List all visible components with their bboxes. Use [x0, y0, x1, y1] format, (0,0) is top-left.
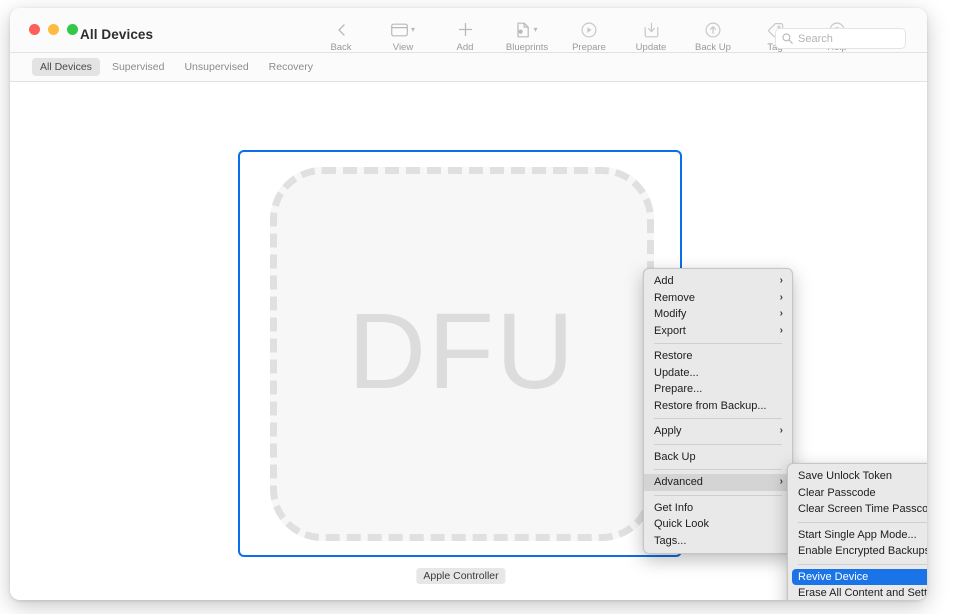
traffic-light-buttons	[29, 24, 78, 35]
menu-item-back-up[interactable]: Back Up	[644, 449, 792, 466]
submenu-item-start-single-app-mode[interactable]: Start Single App Mode...	[788, 527, 927, 544]
submenu-arrow-icon: ›	[780, 276, 783, 286]
toolbar-label-add: Add	[457, 42, 474, 53]
menu-item-restore[interactable]: Restore	[644, 348, 792, 365]
window-title: All Devices	[80, 27, 153, 42]
device-canvas: DFU Apple Controller Add › Remove › Modi…	[10, 82, 927, 600]
toolbar-button-prepare[interactable]: Prepare	[558, 19, 620, 53]
device-dfu-placeholder: DFU	[270, 167, 654, 541]
tab-all-devices[interactable]: All Devices	[32, 58, 100, 76]
menu-separator	[654, 343, 782, 344]
toolbar-button-view[interactable]: ▾ View	[372, 19, 434, 53]
download-box-icon	[644, 19, 659, 40]
menu-separator	[654, 418, 782, 419]
menu-item-tags[interactable]: Tags...	[644, 533, 792, 550]
minimize-button[interactable]	[48, 24, 59, 35]
menu-separator	[654, 469, 782, 470]
menu-item-restore-from-backup[interactable]: Restore from Backup...	[644, 398, 792, 415]
tab-supervised[interactable]: Supervised	[104, 58, 173, 76]
menu-separator	[654, 495, 782, 496]
app-window: All Devices Back	[10, 8, 927, 600]
context-menu[interactable]: Add › Remove › Modify › Export › Rest	[643, 268, 793, 554]
window-icon	[391, 23, 408, 37]
play-circle-icon	[581, 19, 597, 40]
menu-item-quick-look[interactable]: Quick Look	[644, 516, 792, 533]
submenu-arrow-icon: ›	[780, 326, 783, 336]
upload-circle-icon	[705, 19, 721, 40]
device-item[interactable]: DFU Apple Controller	[238, 150, 684, 559]
submenu-item-revive-device[interactable]: Revive Device	[792, 569, 927, 586]
menu-item-modify[interactable]: Modify ›	[644, 306, 792, 323]
menu-separator	[654, 444, 782, 445]
menu-separator	[798, 522, 927, 523]
device-state-text: DFU	[348, 297, 576, 405]
toolbar-button-update[interactable]: Update	[620, 19, 682, 53]
tab-unsupervised[interactable]: Unsupervised	[176, 58, 256, 76]
search-icon	[782, 33, 793, 44]
search-field[interactable]: Search	[775, 28, 906, 49]
submenu-arrow-icon: ›	[780, 293, 783, 303]
submenu-item-erase-all-content-and-settings[interactable]: Erase All Content and Settings	[788, 585, 927, 600]
submenu-arrow-icon: ›	[780, 309, 783, 319]
chevron-down-icon: ▾	[411, 26, 415, 34]
zoom-button[interactable]	[67, 24, 78, 35]
advanced-submenu[interactable]: Save Unlock Token Clear Passcode Clear S…	[787, 463, 927, 600]
menu-item-export[interactable]: Export ›	[644, 323, 792, 340]
chevron-down-icon: ▾	[533, 26, 537, 34]
toolbar-label-back: Back	[330, 42, 351, 53]
chevron-left-icon	[335, 19, 348, 40]
toolbar-label-update: Update	[636, 42, 667, 53]
document-icon	[516, 22, 530, 38]
screen-root: All Devices Back	[0, 0, 960, 614]
menu-item-apply[interactable]: Apply ›	[644, 423, 792, 440]
submenu-item-clear-passcode[interactable]: Clear Passcode	[788, 485, 927, 502]
device-name-label: Apple Controller	[416, 568, 505, 584]
toolbar-label-backup: Back Up	[695, 42, 731, 53]
search-placeholder: Search	[798, 33, 833, 45]
toolbar-button-blueprints[interactable]: ▾ Blueprints	[496, 19, 558, 53]
device-tile-selected[interactable]: DFU	[238, 150, 682, 557]
toolbar-button-backup[interactable]: Back Up	[682, 19, 744, 53]
menu-item-advanced[interactable]: Advanced ›	[644, 474, 792, 491]
submenu-item-enable-encrypted-backups[interactable]: Enable Encrypted Backups...	[788, 543, 927, 560]
filter-tab-strip: All Devices Supervised Unsupervised Reco…	[10, 53, 927, 82]
menu-item-add[interactable]: Add ›	[644, 273, 792, 290]
menu-item-remove[interactable]: Remove ›	[644, 290, 792, 307]
toolbar-label-prepare: Prepare	[572, 42, 606, 53]
toolbar-button-add[interactable]: Add	[434, 19, 496, 53]
submenu-item-clear-screen-time-passcode[interactable]: Clear Screen Time Passcode	[788, 501, 927, 518]
menu-item-get-info[interactable]: Get Info	[644, 500, 792, 517]
menu-item-update[interactable]: Update...	[644, 365, 792, 382]
toolbar-button-back[interactable]: Back	[310, 19, 372, 53]
submenu-arrow-icon: ›	[780, 426, 783, 436]
submenu-arrow-icon: ›	[780, 477, 783, 487]
menu-item-prepare[interactable]: Prepare...	[644, 381, 792, 398]
toolbar-label-view: View	[393, 42, 413, 53]
menu-separator	[798, 564, 927, 565]
window-titlebar: All Devices Back	[10, 8, 927, 53]
toolbar-label-blueprints: Blueprints	[506, 42, 548, 53]
close-button[interactable]	[29, 24, 40, 35]
submenu-item-save-unlock-token[interactable]: Save Unlock Token	[788, 468, 927, 485]
plus-icon	[458, 19, 473, 40]
tab-recovery[interactable]: Recovery	[261, 58, 321, 76]
